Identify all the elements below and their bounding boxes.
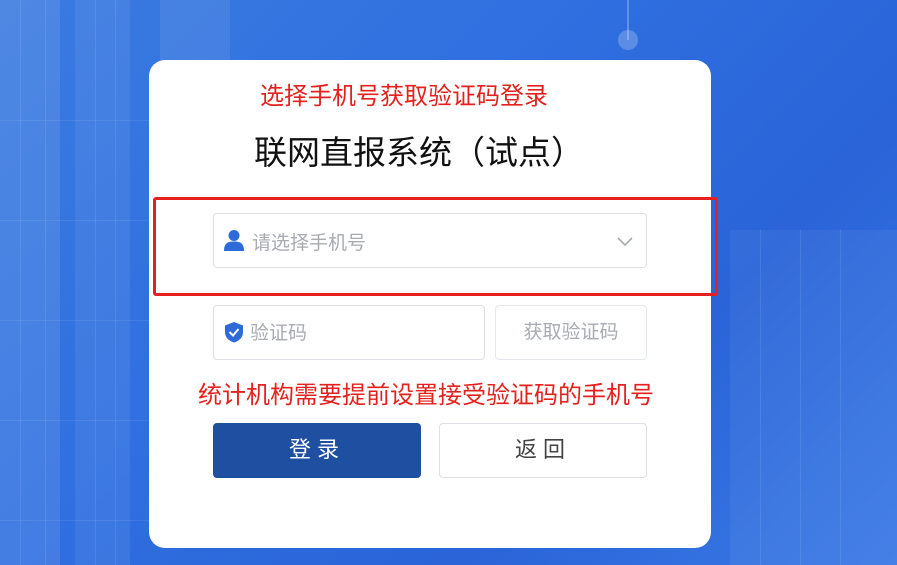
annotation-top: 选择手机号获取验证码登录 bbox=[260, 82, 548, 110]
chevron-down-icon bbox=[616, 232, 634, 250]
user-icon bbox=[224, 229, 244, 251]
page-title: 联网直报系统（试点） bbox=[254, 133, 584, 172]
phone-select[interactable]: 请选择手机号 bbox=[213, 213, 647, 268]
get-code-button[interactable]: 获取验证码 bbox=[495, 305, 647, 360]
verification-code-input[interactable] bbox=[250, 314, 470, 352]
shield-check-icon bbox=[224, 321, 244, 343]
phone-select-placeholder: 请选择手机号 bbox=[252, 232, 367, 254]
verification-code-field bbox=[213, 305, 485, 360]
annotation-middle: 统计机构需要提前设置接受验证码的手机号 bbox=[198, 381, 654, 409]
back-button[interactable]: 返回 bbox=[439, 423, 647, 478]
login-button[interactable]: 登录 bbox=[213, 423, 421, 478]
